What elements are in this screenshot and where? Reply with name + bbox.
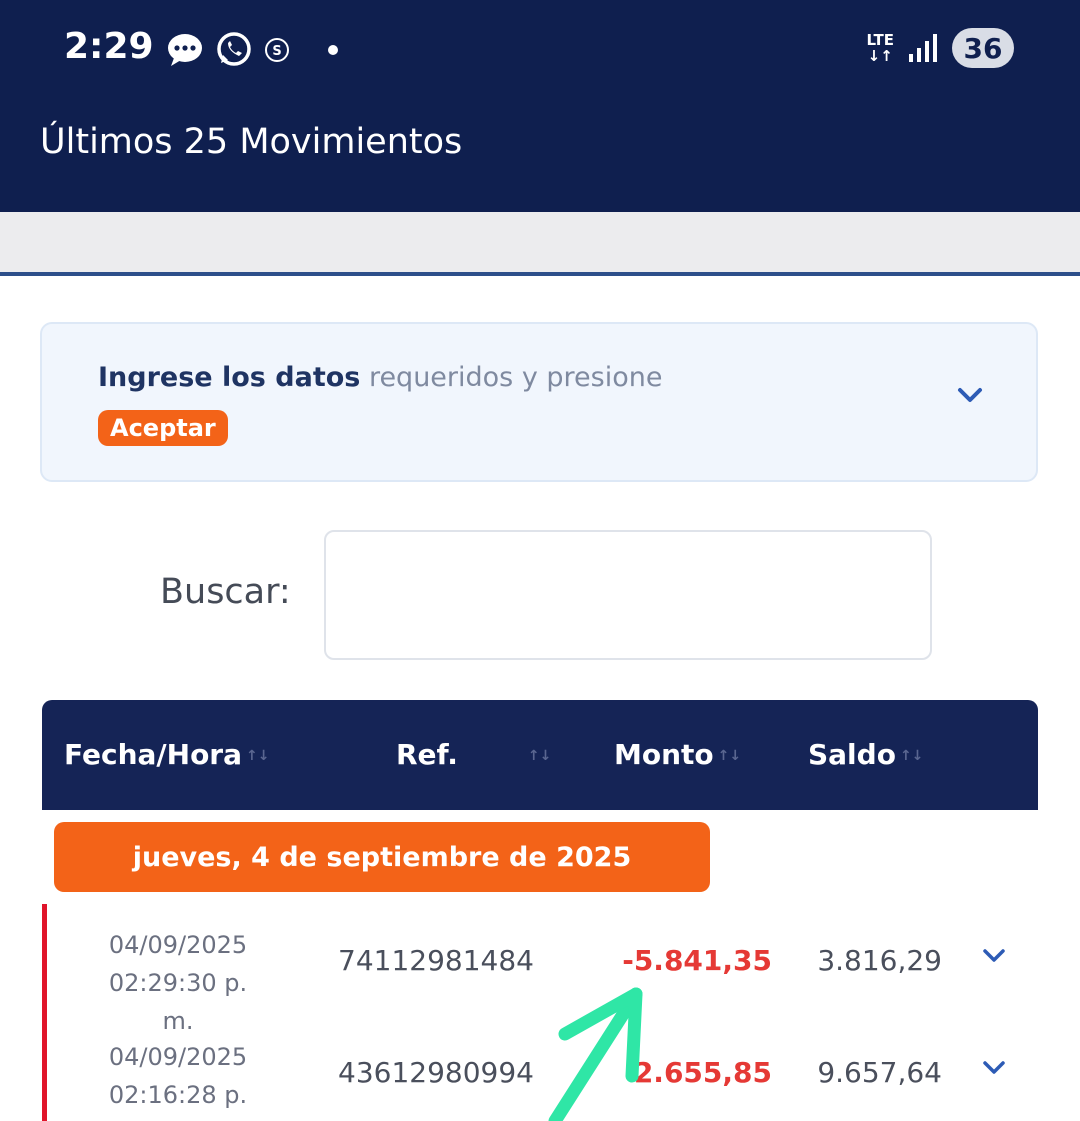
- status-icons-right: LTE ↓↑ 36: [866, 28, 1014, 68]
- main-content: Ingrese los datos requeridos y presione …: [0, 276, 1080, 1121]
- status-time: 2:29: [64, 26, 154, 67]
- debit-marker: [42, 1016, 47, 1121]
- row-ref: 74112981484: [338, 944, 534, 977]
- row-amount: 2.655,85: [633, 1056, 772, 1089]
- accept-badge[interactable]: Aceptar: [98, 410, 228, 446]
- lte-icon: LTE ↓↑: [866, 31, 894, 65]
- table-row[interactable]: 04/09/2025 02:16:28 p. m. 43612980994 2.…: [42, 1016, 1038, 1121]
- cash-app-icon: S: [264, 37, 290, 63]
- column-header-fecha[interactable]: Fecha/Hora ↑↓: [64, 738, 269, 771]
- table-body: jueves, 4 de septiembre de 2025 04/09/20…: [42, 810, 1038, 1121]
- instructions-card[interactable]: Ingrese los datos requeridos y presione …: [40, 322, 1038, 482]
- row-balance: 3.816,29: [817, 944, 942, 977]
- page-title: Últimos 25 Movimientos: [40, 122, 463, 162]
- search-input[interactable]: [324, 530, 932, 660]
- message-icon: [166, 32, 204, 68]
- chevron-down-icon[interactable]: [982, 948, 1006, 969]
- signal-icon: [908, 34, 938, 62]
- column-header-saldo[interactable]: Saldo ↑↓: [808, 738, 923, 771]
- row-amount: -5.841,35: [622, 944, 772, 977]
- instructions-text: Ingrese los datos requeridos y presione: [98, 362, 663, 393]
- status-icons-left: S: [166, 30, 338, 70]
- whatsapp-icon: [214, 30, 254, 70]
- table-row[interactable]: 04/09/2025 02:29:30 p. m. 74112981484 -5…: [42, 904, 1038, 1035]
- search-label: Buscar:: [160, 572, 291, 612]
- sort-icon[interactable]: ↑↓: [900, 748, 923, 764]
- column-header-monto[interactable]: Monto ↑↓: [614, 738, 741, 771]
- sort-icon[interactable]: ↑↓: [528, 748, 551, 764]
- top-bar: 2:29 S LTE ↓↑ 36 Últimos 25 Movimientos: [0, 0, 1080, 212]
- sort-icon[interactable]: ↑↓: [718, 748, 741, 764]
- chevron-down-icon[interactable]: [956, 386, 984, 409]
- row-balance: 9.657,64: [817, 1056, 942, 1089]
- row-datetime: 04/09/2025 02:16:28 p. m.: [108, 1043, 248, 1121]
- notification-dot-icon: [328, 45, 338, 55]
- debit-marker: [42, 904, 47, 1016]
- sub-toolbar: [0, 212, 1080, 274]
- chevron-down-icon[interactable]: [982, 1060, 1006, 1081]
- row-ref: 43612980994: [338, 1056, 534, 1089]
- column-header-ref[interactable]: Ref. ↑↓: [396, 738, 551, 771]
- sort-icon[interactable]: ↑↓: [246, 748, 269, 764]
- battery-icon: 36: [952, 28, 1014, 68]
- svg-text:S: S: [272, 44, 281, 59]
- date-group-header: jueves, 4 de septiembre de 2025: [54, 822, 710, 892]
- table-header: Fecha/Hora ↑↓ Ref. ↑↓ Monto ↑↓ Saldo ↑↓: [42, 700, 1038, 810]
